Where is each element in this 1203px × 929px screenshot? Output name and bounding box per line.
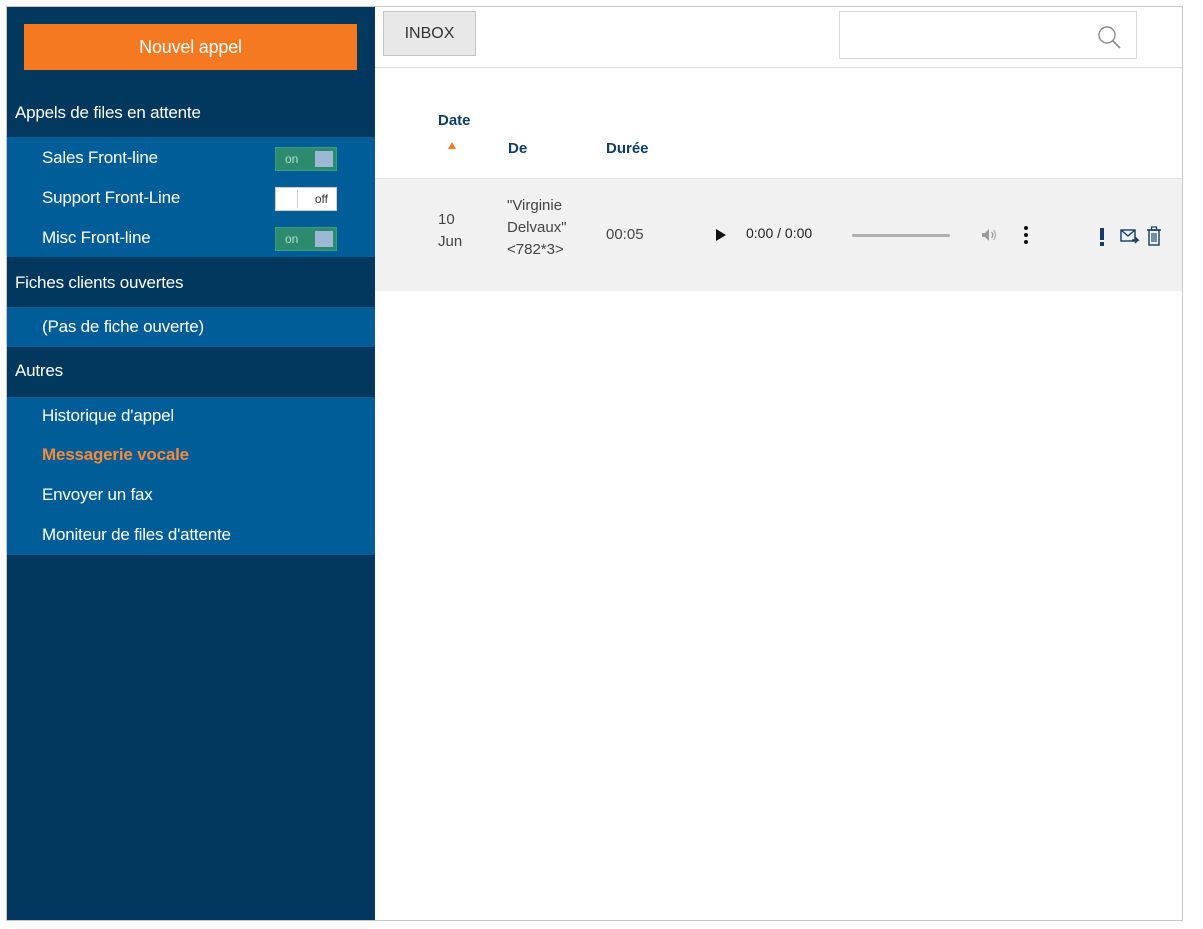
- app-frame: Nouvel appel Appels de files en attente …: [6, 6, 1183, 921]
- play-icon[interactable]: [716, 229, 726, 241]
- sort-asc-icon[interactable]: [448, 142, 456, 149]
- from-line-2: Delvaux": [507, 219, 567, 236]
- new-call-button[interactable]: Nouvel appel: [24, 24, 357, 70]
- forward-mail-icon[interactable]: [1120, 229, 1140, 245]
- queue-item-sales[interactable]: Sales Front-line: [42, 148, 158, 168]
- nav-item-call-history[interactable]: Historique d'appel: [42, 406, 174, 426]
- search-input[interactable]: [840, 12, 1090, 58]
- column-header-duration[interactable]: Durée: [606, 140, 649, 157]
- date-cell: 10 Jun: [438, 209, 462, 253]
- player-time: 0:00 / 0:00: [746, 225, 813, 241]
- toggle-knob: [315, 151, 333, 167]
- queue-toggle-support[interactable]: off: [275, 187, 337, 211]
- files-empty-label: (Pas de fiche ouverte): [42, 317, 204, 336]
- column-header-from[interactable]: De: [508, 140, 527, 157]
- queues-list: Sales Front-line on Support Front-Line o…: [7, 137, 375, 257]
- nav-item-voicemail[interactable]: Messagerie vocale: [42, 445, 189, 465]
- main-panel: INBOX Date De Durée 10 Jun "Virginie Del…: [375, 7, 1182, 920]
- toggle-knob: [315, 231, 333, 247]
- date-month: Jun: [438, 233, 463, 250]
- files-list: (Pas de fiche ouverte): [7, 307, 375, 347]
- toolbar: INBOX: [375, 7, 1182, 68]
- audio-player: 0:00 / 0:00: [700, 216, 1052, 254]
- inbox-button[interactable]: INBOX: [383, 11, 476, 56]
- toggle-label: on: [285, 152, 299, 166]
- from-cell: "Virginie Delvaux" <782*3>: [507, 195, 567, 261]
- table-row[interactable]: 10 Jun "Virginie Delvaux" <782*3> 00:05 …: [375, 178, 1182, 291]
- urgent-icon[interactable]: [1099, 227, 1105, 247]
- more-vertical-icon[interactable]: [1024, 225, 1028, 245]
- date-day: 10: [438, 211, 455, 228]
- queues-section-title: Appels de files en attente: [15, 103, 201, 122]
- volume-icon[interactable]: [980, 226, 998, 244]
- toggle-label: off: [314, 192, 328, 206]
- sidebar: Nouvel appel Appels de files en attente …: [7, 7, 375, 920]
- duration-cell: 00:05: [606, 226, 644, 243]
- others-list: Historique d'appel Messagerie vocale Env…: [7, 397, 375, 555]
- queue-item-support[interactable]: Support Front-Line: [42, 188, 180, 208]
- files-section-title: Fiches clients ouvertes: [15, 273, 184, 292]
- from-line-3: <782*3>: [507, 241, 564, 258]
- search-icon[interactable]: [1096, 24, 1122, 50]
- player-progress-track[interactable]: [852, 234, 950, 237]
- toggle-label: on: [285, 232, 299, 246]
- from-line-1: "Virginie: [507, 197, 563, 214]
- queue-toggle-sales[interactable]: on: [275, 147, 337, 171]
- others-section-title: Autres: [15, 361, 63, 380]
- queue-toggle-misc[interactable]: on: [275, 227, 337, 251]
- search-box[interactable]: [839, 11, 1137, 59]
- trash-icon[interactable]: [1146, 226, 1162, 246]
- nav-item-queue-monitor[interactable]: Moniteur de files d'attente: [42, 525, 231, 545]
- nav-item-send-fax[interactable]: Envoyer un fax: [42, 485, 153, 505]
- toggle-knob: [278, 190, 298, 208]
- queue-item-misc[interactable]: Misc Front-line: [42, 228, 151, 248]
- column-header-date[interactable]: Date: [438, 112, 471, 129]
